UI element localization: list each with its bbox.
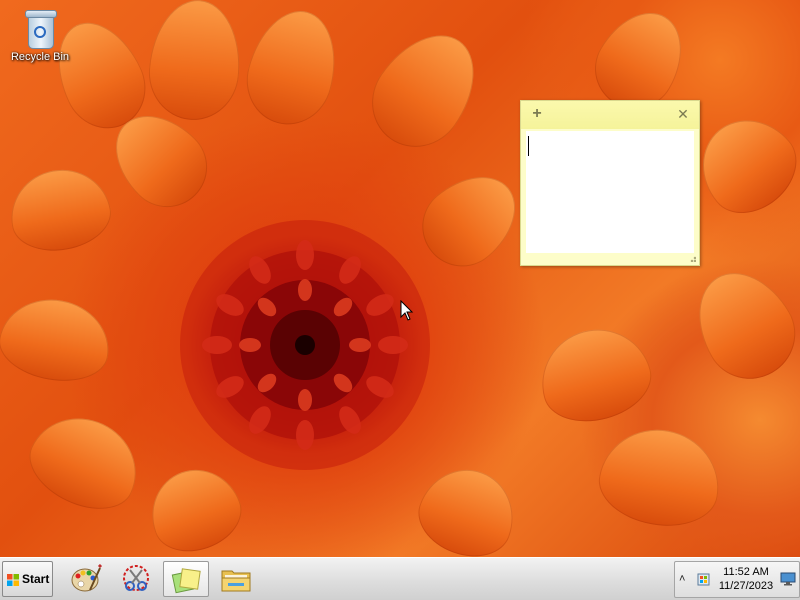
show-hidden-icons-chevron-icon[interactable]: ˄ bbox=[679, 573, 685, 585]
system-tray: ˄ 11:52 AM 11/27/2023 bbox=[674, 561, 800, 598]
taskbar: Start ˄ 11:52 AM 11/27/2023 bbox=[0, 557, 800, 600]
folder-icon bbox=[221, 570, 251, 592]
clock[interactable]: 11:52 AM 11/27/2023 bbox=[715, 565, 777, 593]
recycle-bin-desktop-icon[interactable]: Recycle Bin bbox=[6, 6, 74, 63]
wallpaper-petal bbox=[0, 291, 117, 389]
wallpaper-petal bbox=[353, 15, 497, 165]
snipping-tool-icon bbox=[123, 565, 149, 591]
clock-time: 11:52 AM bbox=[723, 566, 769, 578]
add-note-icon[interactable]: + bbox=[529, 105, 545, 123]
wallpaper-petal bbox=[678, 254, 800, 396]
paint-palette-icon bbox=[71, 564, 102, 592]
start-button[interactable]: Start bbox=[2, 561, 53, 597]
wallpaper-petal bbox=[17, 400, 153, 525]
windows-logo-icon bbox=[7, 574, 19, 586]
taskbar-sticky-notes-button[interactable] bbox=[163, 561, 209, 597]
sticky-notes-icon bbox=[171, 568, 201, 594]
sticky-note-window[interactable]: + ✕ bbox=[520, 100, 700, 266]
resize-grip-icon[interactable] bbox=[688, 254, 696, 262]
recycle-bin-label: Recycle Bin bbox=[10, 51, 70, 63]
close-icon[interactable]: ✕ bbox=[675, 105, 691, 123]
mouse-pointer-icon bbox=[400, 300, 414, 321]
wallpaper-petal bbox=[530, 317, 660, 433]
sticky-note-text-area[interactable] bbox=[526, 131, 694, 253]
recycle-bin-icon bbox=[25, 8, 57, 49]
taskbar-paint-button[interactable] bbox=[63, 561, 109, 597]
clock-date: 11/27/2023 bbox=[718, 580, 774, 592]
wallpaper-petal bbox=[3, 161, 117, 259]
start-label: Start bbox=[22, 572, 50, 586]
sticky-note-header[interactable]: + ✕ bbox=[521, 101, 699, 129]
wallpaper-petal bbox=[592, 420, 728, 535]
text-caret bbox=[528, 136, 529, 156]
desktop[interactable]: Recycle Bin + ✕ bbox=[0, 0, 800, 557]
network-monitor-icon[interactable] bbox=[780, 572, 796, 586]
taskbar-explorer-button[interactable] bbox=[213, 561, 259, 597]
flower-center bbox=[180, 220, 430, 470]
wallpaper-petal bbox=[236, 0, 349, 135]
action-center-flag-icon[interactable] bbox=[697, 572, 711, 586]
taskbar-snipping-tool-button[interactable] bbox=[113, 561, 159, 597]
wallpaper-petal bbox=[144, 0, 246, 124]
